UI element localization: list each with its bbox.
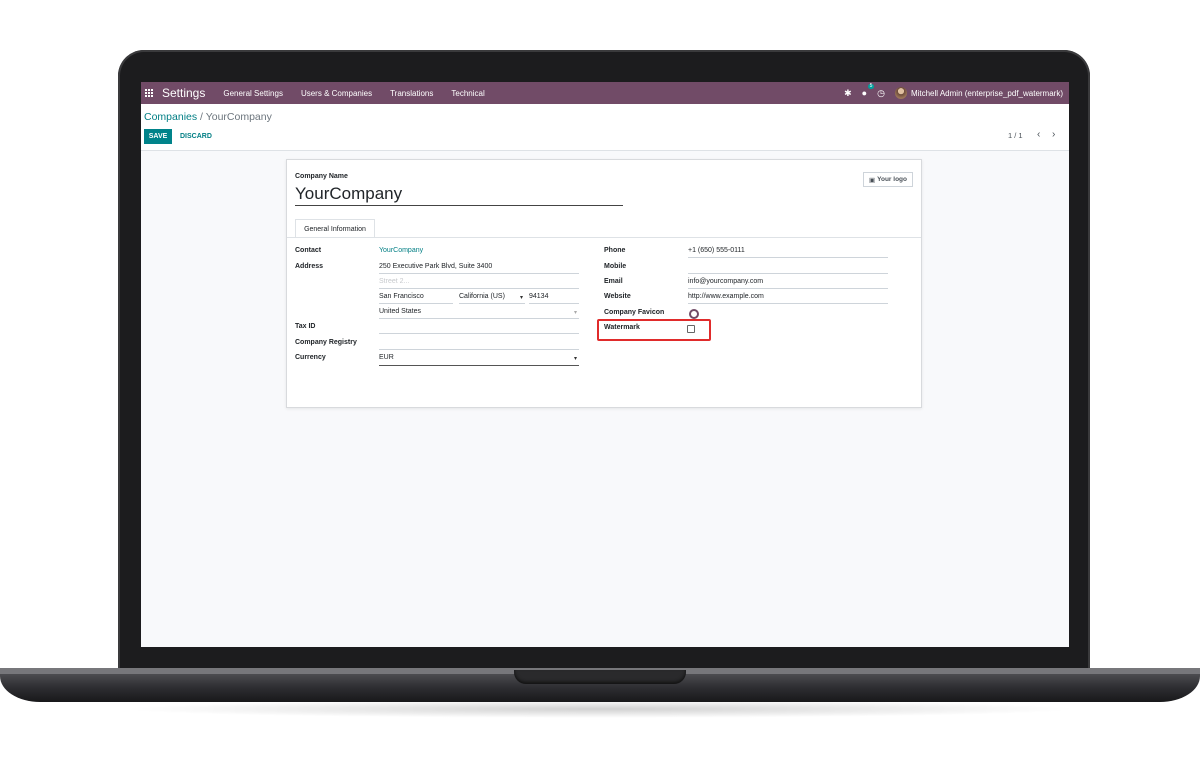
website-input[interactable]: http://www.example.com [688, 293, 764, 300]
breadcrumb-current: YourCompany [205, 111, 272, 123]
email-label: Email [604, 278, 623, 285]
currency-label: Currency [295, 354, 326, 361]
pager-prev-icon[interactable]: ‹ [1037, 129, 1040, 140]
email-input[interactable]: info@yourcompany.com [688, 278, 763, 285]
tab-divider [287, 237, 921, 238]
contact-label: Contact [295, 247, 322, 254]
company-registry-label: Company Registry [295, 339, 357, 346]
currency-underline [379, 365, 579, 366]
breadcrumb: Companies / YourCompany [144, 111, 272, 123]
street2-input[interactable]: Street 2... [379, 278, 409, 285]
chat-icon[interactable]: ● 5 [862, 83, 875, 98]
website-underline [688, 303, 888, 304]
save-button[interactable]: SAVE [144, 129, 172, 144]
tab-general-information[interactable]: General Information [295, 219, 375, 238]
address-label: Address [295, 263, 324, 270]
phone-input[interactable]: +1 (650) 555-0111 [688, 247, 745, 254]
user-avatar [894, 87, 907, 99]
zip-input[interactable]: 94134 [529, 293, 548, 300]
zip-underline [529, 303, 579, 304]
website-label: Website [604, 293, 631, 300]
camera-icon: ▣ [868, 176, 876, 184]
laptop-shadow [120, 700, 1080, 718]
menu-users-companies[interactable]: Users & Companies [301, 89, 372, 98]
pager-next-icon[interactable]: › [1052, 129, 1055, 140]
top-navbar: Settings General Settings Users & Compan… [141, 82, 1069, 104]
user-name: Mitchell Admin (enterprise_pdf_watermark… [910, 88, 1063, 98]
watermark-checkbox[interactable] [687, 325, 695, 333]
currency-select[interactable]: EUR [379, 354, 394, 361]
navbar-systray: ✱ ● 5 ◷ Mitchell Admin (enterprise_pdf_wa… [844, 83, 1069, 99]
logo-button-label: Your logo [877, 176, 907, 183]
street-input[interactable]: 250 Executive Park Blvd, Suite 3400 [379, 263, 492, 270]
company-name-input[interactable]: YourCompany [295, 184, 402, 204]
breadcrumb-separator: / [200, 111, 203, 123]
screen: Settings General Settings Users & Compan… [141, 82, 1069, 647]
apps-menu-icon[interactable] [145, 88, 154, 98]
tax-id-label: Tax ID [295, 323, 316, 330]
country-underline [379, 318, 579, 319]
menu-translations[interactable]: Translations [390, 89, 433, 98]
menu-technical[interactable]: Technical [451, 89, 484, 98]
contact-link[interactable]: YourCompany [379, 247, 423, 254]
city-underline [379, 303, 453, 304]
company-favicon-label: Company Favicon [604, 309, 665, 316]
laptop-notch [514, 670, 686, 684]
email-underline [688, 288, 888, 289]
phone-label: Phone [604, 247, 626, 254]
mobile-underline [688, 273, 888, 274]
discard-button[interactable]: DISCARD [180, 129, 212, 144]
company-registry-underline [379, 349, 579, 350]
mobile-label: Mobile [604, 263, 627, 270]
user-menu[interactable]: Mitchell Admin (enterprise_pdf_watermark… [894, 87, 1063, 99]
company-name-label: Company Name [295, 173, 348, 180]
street2-underline [379, 288, 579, 289]
app-title[interactable]: Settings [162, 86, 205, 100]
control-panel: Companies / YourCompany SAVE DISCARD 1 /… [141, 104, 1069, 151]
company-name-underline [295, 205, 623, 206]
tax-id-underline [379, 333, 579, 334]
country-dropdown-icon[interactable]: ▾ [574, 309, 577, 316]
logo-upload-button[interactable]: ▣ Your logo [863, 172, 913, 187]
breadcrumb-companies[interactable]: Companies [144, 111, 197, 123]
state-select[interactable]: California (US) [459, 293, 505, 300]
state-dropdown-icon[interactable]: ▾ [520, 294, 523, 301]
favicon-image-icon[interactable] [689, 309, 699, 319]
pager-value[interactable]: 1 / 1 [1008, 131, 1023, 140]
clock-icon[interactable]: ◷ [877, 88, 885, 98]
debug-bug-icon[interactable]: ✱ [844, 88, 852, 98]
company-form-sheet: Company Name YourCompany ▣ Your logo Gen… [286, 159, 922, 408]
city-input[interactable]: San Francisco [379, 293, 424, 300]
phone-underline [688, 257, 888, 258]
chat-badge: 5 [867, 82, 875, 89]
menu-general-settings[interactable]: General Settings [223, 89, 283, 98]
currency-dropdown-icon[interactable]: ▾ [574, 355, 577, 362]
country-select[interactable]: United States [379, 308, 421, 315]
watermark-label: Watermark [604, 324, 640, 331]
street-underline [379, 273, 579, 274]
state-underline [459, 303, 525, 304]
